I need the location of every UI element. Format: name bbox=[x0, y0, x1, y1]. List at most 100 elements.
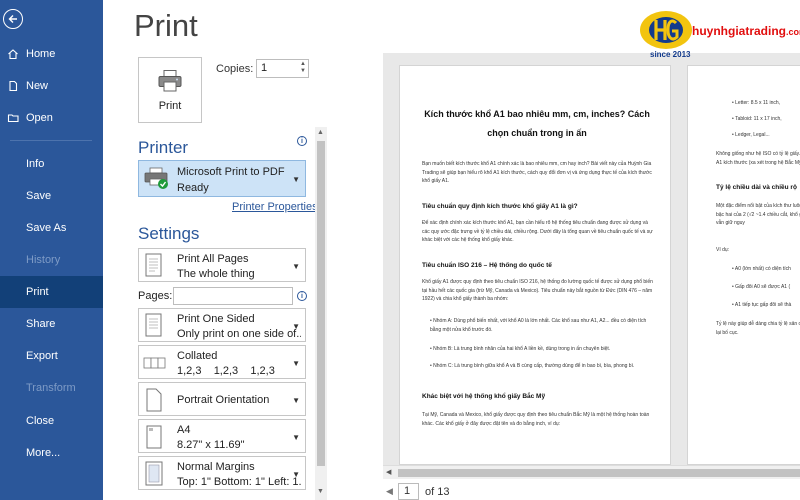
sidebar-item-save-as[interactable]: Save As bbox=[0, 212, 103, 244]
doc-paragraph: Để xác định chính xác kích thước khổ A1,… bbox=[422, 220, 653, 243]
sidebar-item-label: Save As bbox=[26, 222, 67, 234]
print-range-select[interactable]: Print All Pages The whole thing ▼ bbox=[138, 248, 306, 282]
backstage-sidebar: Home New Open Info Save Save As History … bbox=[0, 0, 103, 500]
chevron-down-icon: ▼ bbox=[292, 433, 300, 442]
sidebar-item-label: Transform bbox=[26, 382, 76, 394]
setting-primary-text: A4 bbox=[177, 424, 191, 436]
doc-paragraph: Bạn muốn biết kích thước khổ A1 chính xá… bbox=[422, 161, 652, 184]
sidebar-item-save[interactable]: Save bbox=[0, 180, 103, 212]
doc-bullet-text: Nhóm C: Là trung bình giữa khổ A và B cù… bbox=[433, 363, 635, 369]
sidebar-item-label: Print bbox=[26, 286, 49, 298]
chevron-down-icon: ▼ bbox=[292, 470, 300, 479]
paper-size-icon bbox=[143, 424, 165, 450]
previous-page-icon[interactable]: ◀ bbox=[386, 486, 393, 497]
sidebar-item-history: History bbox=[0, 244, 103, 276]
doc-list-item: • Ledger, Legal... bbox=[732, 132, 770, 138]
current-page-input[interactable]: 1 bbox=[398, 483, 419, 500]
collation-select[interactable]: Collated 1,2,3 1,2,3 1,2,3 ▼ bbox=[138, 345, 306, 379]
printer-properties-link[interactable]: Printer Properties bbox=[232, 201, 318, 213]
orientation-select[interactable]: Portrait Orientation ▼ bbox=[138, 382, 306, 416]
scroll-left-icon[interactable]: ◀ bbox=[386, 468, 391, 476]
setting-secondary-text: The whole thing bbox=[177, 268, 255, 280]
doc-bullet-text: Nhóm A: Dùng phổ biến nhất, với khổ A0 l… bbox=[430, 318, 647, 333]
brand-logo-mark bbox=[640, 11, 692, 49]
preview-page: Kích thước khổ A1 bao nhiêu mm, cm, inch… bbox=[399, 65, 671, 465]
preview-horizontal-scrollbar[interactable]: ◀ bbox=[383, 465, 800, 479]
sides-select[interactable]: Print One Sided Only print on one side o… bbox=[138, 308, 306, 342]
doc-list-item: • Gấp đôi A0 sẽ được A1 ( bbox=[732, 284, 791, 290]
doc-list-item: • A1 tiếp tục gấp đôi sẽ thà bbox=[732, 302, 792, 308]
print-button[interactable]: Print bbox=[138, 57, 202, 123]
pages-input[interactable] bbox=[173, 287, 293, 305]
scroll-thumb[interactable] bbox=[317, 141, 325, 466]
doc-list-item: • A0 (lớn nhất) có diện tích bbox=[732, 266, 791, 272]
preview-page: • Letter: 8.5 x 11 inch, • Tabloid: 11 x… bbox=[687, 65, 800, 465]
info-icon[interactable]: i bbox=[297, 136, 307, 146]
doc-list-item: • Letter: 8.5 x 11 inch, bbox=[732, 100, 781, 106]
margins-select[interactable]: Normal Margins Top: 1" Bottom: 1" Left: … bbox=[138, 456, 306, 490]
brand-logo: huynhgiatrading.com since 2013 bbox=[636, 6, 800, 61]
scroll-down-icon[interactable]: ▼ bbox=[317, 488, 324, 495]
chevron-down-icon: ▼ bbox=[292, 396, 300, 405]
doc-paragraph: Không giống như hệ ISO có tỷ lệ giấy. Vì… bbox=[716, 151, 800, 166]
copies-label: Copies: bbox=[216, 63, 254, 75]
setting-secondary-text: Top: 1" Bottom: 1" Left: 1... bbox=[177, 476, 301, 488]
chevron-down-icon: ▼ bbox=[292, 262, 300, 271]
sidebar-item-new[interactable]: New bbox=[0, 70, 103, 102]
settings-scrollbar[interactable]: ▲ ▼ bbox=[315, 127, 327, 500]
sidebar-item-info[interactable]: Info bbox=[0, 148, 103, 180]
sidebar-item-export[interactable]: Export bbox=[0, 340, 103, 372]
back-arrow-icon[interactable] bbox=[3, 9, 23, 29]
chevron-down-icon: ▼ bbox=[292, 322, 300, 331]
sidebar-item-label: More... bbox=[26, 447, 61, 459]
sidebar-item-label: Share bbox=[26, 318, 56, 330]
sidebar-item-open[interactable]: Open bbox=[0, 102, 103, 134]
chevron-down-icon: ▼ bbox=[292, 175, 300, 184]
doc-list-item: • Tabloid: 11 x 17 inch, bbox=[732, 116, 782, 122]
printer-icon bbox=[157, 69, 183, 96]
brand-since-text: since 2013 bbox=[650, 50, 691, 59]
printer-device-icon bbox=[144, 167, 170, 194]
doc-title: Kích thước khổ A1 bao nhiêu mm, cm, inch… bbox=[424, 109, 650, 138]
home-icon bbox=[0, 48, 26, 60]
sidebar-item-label: Info bbox=[26, 158, 45, 170]
print-preview: Kích thước khổ A1 bao nhiêu mm, cm, inch… bbox=[383, 53, 800, 465]
copies-value: 1 bbox=[261, 62, 268, 74]
doc-list-text: A0 (lớn nhất) có diện tích bbox=[734, 266, 791, 272]
sidebar-item-transform: Transform bbox=[0, 372, 103, 404]
doc-bullet: • Nhóm B: Là trung bình nhân của hai khổ… bbox=[430, 346, 611, 352]
setting-secondary-text: 1,2,3 1,2,3 1,2,3 bbox=[177, 365, 275, 377]
copies-stepper[interactable]: 1 ▲ ▼ bbox=[256, 59, 309, 78]
doc-heading: Tiêu chuẩn ISO 216 – Hệ thống do quốc tế bbox=[422, 262, 552, 269]
brand-logo-text: huynhgiatrading.com bbox=[692, 24, 800, 38]
paper-size-select[interactable]: A4 8.27" x 11.69" ▼ bbox=[138, 419, 306, 453]
sidebar-item-more[interactable]: More... bbox=[0, 437, 103, 469]
sidebar-item-label: Open bbox=[26, 112, 53, 124]
spin-arrows-icon[interactable]: ▲ ▼ bbox=[300, 61, 306, 75]
portrait-icon bbox=[143, 387, 165, 413]
sidebar-divider bbox=[10, 140, 92, 141]
doc-list-text: Letter: 8.5 x 11 inch, bbox=[735, 100, 781, 106]
folder-open-icon bbox=[0, 112, 26, 124]
setting-secondary-text: 8.27" x 11.69" bbox=[177, 439, 245, 451]
doc-paragraph: Tỷ lệ này giúp dễ dàng chia tỷ lệ sản că… bbox=[716, 321, 800, 336]
scroll-thumb[interactable] bbox=[398, 469, 800, 477]
sidebar-item-print[interactable]: Print bbox=[0, 276, 103, 308]
collated-icon bbox=[143, 350, 166, 376]
doc-list-text: Tabloid: 11 x 17 inch, bbox=[735, 116, 782, 122]
settings-section-title: Settings bbox=[138, 224, 200, 243]
doc-list-text: A1 tiếp tục gấp đôi sẽ thà bbox=[734, 302, 792, 308]
sidebar-item-share[interactable]: Share bbox=[0, 308, 103, 340]
scroll-up-icon[interactable]: ▲ bbox=[317, 129, 324, 136]
doc-bullet-text: Nhóm B: Là trung bình nhân của hai khổ A… bbox=[433, 346, 611, 352]
setting-primary-text: Portrait Orientation bbox=[177, 394, 270, 406]
sidebar-item-close[interactable]: Close bbox=[0, 405, 103, 437]
sidebar-item-label: History bbox=[26, 254, 61, 266]
info-icon[interactable]: i bbox=[297, 291, 307, 301]
setting-primary-text: Print All Pages bbox=[177, 253, 249, 265]
doc-paragraph: Ví dụ: bbox=[716, 247, 730, 253]
doc-paragraph: Tại Mỹ, Canada và Mexico, khổ giấy được … bbox=[422, 412, 650, 427]
sidebar-item-home[interactable]: Home bbox=[0, 38, 103, 70]
printer-select[interactable]: Microsoft Print to PDF Ready ▼ bbox=[138, 160, 306, 197]
print-button-label: Print bbox=[158, 99, 182, 112]
